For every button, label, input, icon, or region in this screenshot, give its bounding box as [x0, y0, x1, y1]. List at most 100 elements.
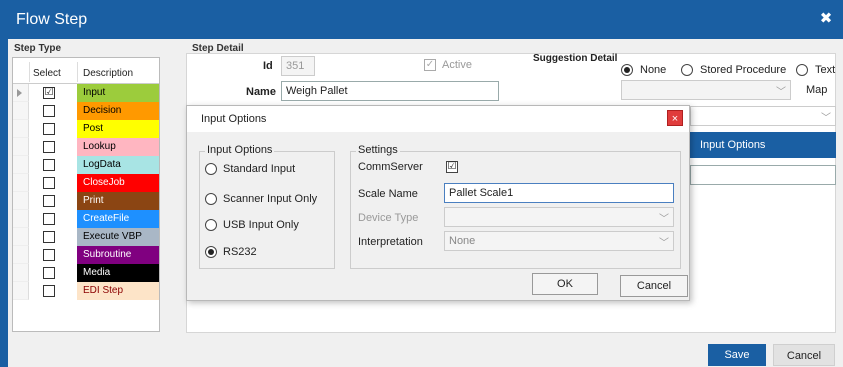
description-cell: Lookup — [77, 138, 159, 156]
active-label: Active — [442, 59, 472, 71]
suggestion-stored-radio[interactable] — [681, 64, 693, 76]
select-checkbox[interactable] — [43, 141, 55, 153]
step-type-row[interactable]: CreateFile — [13, 210, 159, 228]
input-options-band[interactable]: Input Options — [690, 132, 836, 158]
standard-input-radio[interactable] — [205, 163, 217, 175]
row-header[interactable] — [13, 210, 29, 228]
id-field: 351 — [281, 56, 315, 76]
scale-name-field[interactable]: Pallet Scale1 — [444, 183, 674, 203]
description-cell: CreateFile — [77, 210, 159, 228]
step-type-row[interactable]: CloseJob — [13, 174, 159, 192]
description-cell: Execute VBP — [77, 228, 159, 246]
select-checkbox[interactable] — [43, 249, 55, 261]
scanner-input-label: Scanner Input Only — [223, 193, 318, 205]
close-icon[interactable]: ✖ — [817, 10, 835, 28]
interpretation-label: Interpretation — [358, 236, 423, 248]
select-checkbox[interactable] — [43, 105, 55, 117]
usb-input-radio[interactable] — [205, 219, 217, 231]
chevron-down-icon: ﹀ — [659, 214, 669, 225]
row-header[interactable] — [13, 228, 29, 246]
header-divider — [29, 62, 30, 82]
description-cell: Input — [77, 84, 159, 102]
select-checkbox[interactable] — [43, 267, 55, 279]
row-header[interactable] — [13, 84, 29, 102]
row-header[interactable] — [13, 246, 29, 264]
step-type-row[interactable]: EDI Step — [13, 282, 159, 300]
step-detail-combo[interactable]: ﹀ — [690, 106, 836, 126]
dialog-title: Input Options — [201, 113, 267, 125]
description-cell: LogData — [77, 156, 159, 174]
scale-name-label: Scale Name — [358, 188, 418, 200]
row-header[interactable] — [13, 102, 29, 120]
active-checkbox: ✓ — [424, 59, 436, 71]
row-header[interactable] — [13, 120, 29, 138]
suggestion-none-radio[interactable] — [621, 64, 633, 76]
step-type-row[interactable]: LogData — [13, 156, 159, 174]
col-description-header[interactable]: Description — [83, 68, 133, 79]
description-cell: Post — [77, 120, 159, 138]
input-options-field[interactable] — [690, 165, 836, 185]
select-checkbox[interactable]: ☑ — [43, 87, 55, 99]
interpretation-combo[interactable]: None ﹀ — [444, 231, 674, 251]
dialog-cancel-button[interactable]: Cancel — [620, 275, 688, 297]
suggestion-stored-label: Stored Procedure — [700, 64, 787, 76]
commserver-label: CommServer — [358, 161, 423, 173]
select-checkbox[interactable] — [43, 213, 55, 225]
input-options-dialog: Input Options × Input Options Standard I… — [186, 105, 690, 301]
step-type-row[interactable]: Lookup — [13, 138, 159, 156]
step-type-row[interactable]: Execute VBP — [13, 228, 159, 246]
step-type-row[interactable]: Post — [13, 120, 159, 138]
row-header[interactable] — [13, 174, 29, 192]
description-cell: Decision — [77, 102, 159, 120]
id-label: Id — [263, 60, 273, 72]
rs232-radio[interactable] — [205, 246, 217, 258]
step-type-row[interactable]: Subroutine — [13, 246, 159, 264]
suggestion-text-radio[interactable] — [796, 64, 808, 76]
ok-button[interactable]: OK — [532, 273, 598, 295]
description-cell: Media — [77, 264, 159, 282]
step-type-row[interactable]: Media — [13, 264, 159, 282]
step-type-label: Step Type — [14, 43, 62, 54]
select-checkbox[interactable] — [43, 285, 55, 297]
settings-group-label: Settings — [356, 144, 400, 156]
row-header[interactable] — [13, 264, 29, 282]
chevron-down-icon: ﹀ — [659, 238, 669, 249]
scanner-input-radio[interactable] — [205, 193, 217, 205]
row-header[interactable] — [13, 282, 29, 300]
row-header[interactable] — [13, 192, 29, 210]
map-label[interactable]: Map — [806, 84, 827, 96]
row-header[interactable] — [13, 138, 29, 156]
interpretation-value: None — [449, 235, 476, 247]
step-type-row[interactable]: Print — [13, 192, 159, 210]
title-bar: Flow Step ✖ — [0, 0, 843, 39]
usb-input-label: USB Input Only — [223, 219, 299, 231]
col-select-header[interactable]: Select — [33, 68, 61, 79]
description-cell: Print — [77, 192, 159, 210]
header-divider — [77, 62, 78, 82]
suggestion-detail-label: Suggestion Detail — [533, 53, 618, 64]
device-type-label: Device Type — [358, 212, 419, 224]
save-button[interactable]: Save — [708, 344, 766, 366]
select-checkbox[interactable] — [43, 159, 55, 171]
select-checkbox[interactable] — [43, 177, 55, 189]
suggestion-combo[interactable]: ﹀ — [621, 80, 791, 100]
commserver-checkbox[interactable]: ☑ — [446, 161, 458, 173]
suggestion-none-label: None — [640, 64, 667, 76]
window-title: Flow Step — [16, 11, 88, 28]
name-field[interactable]: Weigh Pallet — [281, 81, 499, 101]
close-icon[interactable]: × — [667, 110, 683, 126]
chevron-down-icon: ﹀ — [776, 87, 786, 98]
standard-input-label: Standard Input — [223, 163, 296, 175]
description-cell: Subroutine — [77, 246, 159, 264]
rs232-label: RS232 — [223, 246, 257, 258]
cancel-button[interactable]: Cancel — [773, 344, 835, 366]
row-header[interactable] — [13, 156, 29, 174]
select-checkbox[interactable] — [43, 123, 55, 135]
step-type-row[interactable]: ☑ Input — [13, 84, 159, 102]
input-options-group-label: Input Options — [205, 144, 275, 156]
grid-header: Select Description — [13, 58, 159, 84]
select-checkbox[interactable] — [43, 231, 55, 243]
step-type-row[interactable]: Decision — [13, 102, 159, 120]
device-type-combo[interactable]: ﹀ — [444, 207, 674, 227]
select-checkbox[interactable] — [43, 195, 55, 207]
